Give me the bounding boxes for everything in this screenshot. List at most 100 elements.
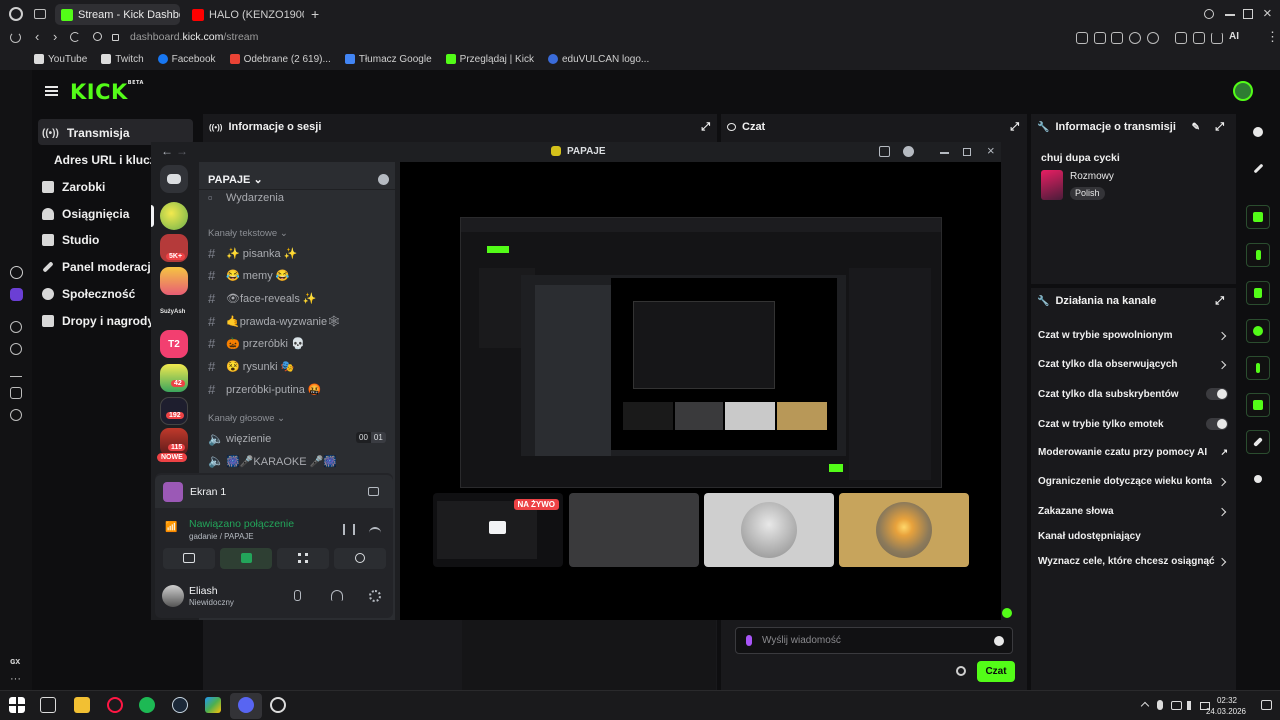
screen-share-button[interactable] <box>220 548 272 569</box>
chat-input[interactable]: Wyślij wiadomość <box>735 627 1013 654</box>
stream-tile-2[interactable] <box>569 493 699 567</box>
camera-icon[interactable] <box>1111 32 1123 44</box>
action-account-age[interactable]: Ograniczenie dotyczące wieku konta <box>1038 476 1228 487</box>
channel-przerobki-putina[interactable]: # przeróbki-putina 🤬 <box>208 382 322 397</box>
action-slow-mode[interactable]: Czat w trybie spowolnionym <box>1038 330 1228 341</box>
new-tab-icon[interactable]: + <box>311 7 323 21</box>
activities-button[interactable] <box>277 548 329 569</box>
discord-home-icon[interactable] <box>160 165 188 193</box>
subscribers-only-toggle[interactable] <box>1206 388 1228 400</box>
discord-taskbar-icon[interactable] <box>238 697 254 713</box>
more-icon[interactable]: ··· <box>10 673 21 685</box>
file-explorer-icon[interactable] <box>74 697 90 713</box>
discord-close-icon[interactable]: × <box>987 143 995 158</box>
channel-prawda-wyzwanie[interactable]: # 🤙prawda-wyzwanie🕸 <box>208 314 341 329</box>
action-banned-words[interactable]: Zakazane słowa <box>1038 506 1228 517</box>
mic-tray-icon[interactable] <box>1157 700 1163 710</box>
history-icon[interactable] <box>10 343 22 355</box>
expand-icon[interactable]: ⤢ <box>1215 121 1224 134</box>
inbox-icon[interactable] <box>879 146 890 157</box>
action-goals[interactable]: Wyznacz cele, które chcesz osiągnąć <box>1038 556 1228 567</box>
lightning-icon[interactable] <box>1246 243 1270 267</box>
server-icon-5[interactable] <box>160 364 188 392</box>
gx-icon[interactable]: ɢx <box>10 656 20 666</box>
tab-kick-dashboard[interactable]: Stream - Kick Dashboard <box>55 4 180 25</box>
back-icon[interactable]: ‹ <box>35 29 39 44</box>
stream-tile-4[interactable] <box>839 493 969 567</box>
expand-icon[interactable]: ⤢ <box>1010 121 1019 134</box>
download-icon[interactable] <box>1211 32 1223 44</box>
add-member-icon[interactable] <box>378 174 389 185</box>
stop-stream-icon[interactable] <box>368 487 379 496</box>
windows-start-icon[interactable] <box>9 697 25 713</box>
stream-tile-self[interactable]: NA ŻYWO <box>433 493 563 567</box>
app-icon[interactable] <box>205 697 221 713</box>
bookmark-kick[interactable]: Przeglądaj | Kick <box>445 54 534 65</box>
edit-icon[interactable]: ✎ <box>1192 122 1200 133</box>
reload-icon[interactable] <box>10 32 21 43</box>
voice-channels-category[interactable]: Kanały głosowe ⌄ <box>208 413 285 424</box>
soundboard-button[interactable] <box>334 548 386 569</box>
scan-icon[interactable] <box>1246 205 1270 229</box>
downloads-icon[interactable] <box>10 365 22 377</box>
text-channels-category[interactable]: Kanały tekstowe ⌄ <box>208 228 288 239</box>
noise-suppression-icon[interactable] <box>343 524 355 535</box>
chatgpt-icon[interactable] <box>10 266 23 279</box>
steam-icon[interactable] <box>172 697 188 713</box>
snapshot-icon[interactable] <box>1094 32 1106 44</box>
heart-icon[interactable] <box>1147 32 1159 44</box>
aria-ai-button[interactable]: AI <box>1229 31 1239 42</box>
clock-date[interactable]: 24.03.2026 <box>1200 707 1252 716</box>
channel-face-reveals[interactable]: # 👁face-reveals ✨ <box>208 291 317 306</box>
obs-icon[interactable] <box>270 697 286 713</box>
bookmark-eduvulcan[interactable]: eduVULCAN logo... <box>547 54 649 65</box>
layout-icon[interactable] <box>1246 393 1270 417</box>
server-icon-papaje[interactable] <box>160 202 188 230</box>
sidebar-item-osiagniecia[interactable]: Osiągnięcia <box>42 207 129 221</box>
action-ai-moderation[interactable]: Moderowanie czatu przy pomocy AI ↗ <box>1038 447 1228 458</box>
bookmark-facebook[interactable]: Facebook <box>157 54 216 65</box>
sidebar-item-panel-moderacji[interactable]: Panel moderacji <box>42 260 154 274</box>
volume-icon[interactable] <box>1187 701 1197 710</box>
heart-sidebar-icon[interactable] <box>10 321 22 333</box>
disconnect-icon[interactable] <box>369 527 381 533</box>
close-window-icon[interactable]: × <box>1263 5 1272 22</box>
share-icon[interactable] <box>1193 32 1205 44</box>
restore-icon[interactable] <box>1243 9 1253 19</box>
headphones-icon[interactable] <box>331 590 343 601</box>
emoji-icon[interactable] <box>994 636 1004 646</box>
back-arrow-icon[interactable]: ← <box>161 144 173 158</box>
refresh-icon[interactable] <box>70 32 80 42</box>
tab-overview-icon[interactable] <box>34 9 46 19</box>
screen-share-header[interactable]: Ekran 1 <box>155 475 393 508</box>
server-name-header[interactable]: PAPAJE ⌄ <box>208 173 263 186</box>
chat-send-button[interactable]: Czat <box>977 661 1015 682</box>
server-icon-3[interactable] <box>160 267 188 295</box>
bookmark-gmail[interactable]: Odebrane (2 619)... <box>229 54 331 65</box>
sidebar-item-spolecznosc[interactable]: Społeczność <box>42 287 135 301</box>
avatar[interactable] <box>1233 81 1253 101</box>
hamburger-menu-icon[interactable] <box>45 86 58 96</box>
microphone-icon[interactable] <box>294 590 301 601</box>
events-item[interactable]: ▫ Wydarzenia <box>208 190 284 205</box>
pin-icon[interactable] <box>1076 32 1088 44</box>
sidebar-item-dropy[interactable]: Dropy i nagrody <box>42 314 154 328</box>
molecule-icon[interactable] <box>1246 467 1270 491</box>
spotify-icon[interactable] <box>139 697 155 713</box>
sidebar-item-studio[interactable]: Studio <box>42 233 99 247</box>
bookmark-google-translate[interactable]: Tłumacz Google <box>344 54 432 65</box>
kick-logo[interactable]: KICKBETA <box>70 80 144 104</box>
sidebar-item-stream-url[interactable]: Adres URL i klucz t <box>54 153 163 167</box>
voice-channel-wiezienie[interactable]: 🔈 więzienie <box>208 431 271 447</box>
browser-menu-icon[interactable]: ⋮ <box>1266 29 1279 45</box>
chat-icon[interactable] <box>1246 319 1270 343</box>
opera-menu-icon[interactable] <box>9 7 23 21</box>
channel-memy[interactable]: # 😂 memy 😂 <box>208 268 289 283</box>
chat-settings-icon[interactable] <box>956 666 966 676</box>
broadcast-side-icon[interactable] <box>1246 356 1270 380</box>
expand-icon[interactable]: ⤢ <box>1215 295 1224 308</box>
site-settings-icon[interactable] <box>93 32 102 41</box>
extensions-sidebar-icon[interactable] <box>10 387 22 399</box>
search-icon[interactable] <box>1204 9 1214 19</box>
bookmark-twitch[interactable]: Twitch <box>101 54 144 65</box>
